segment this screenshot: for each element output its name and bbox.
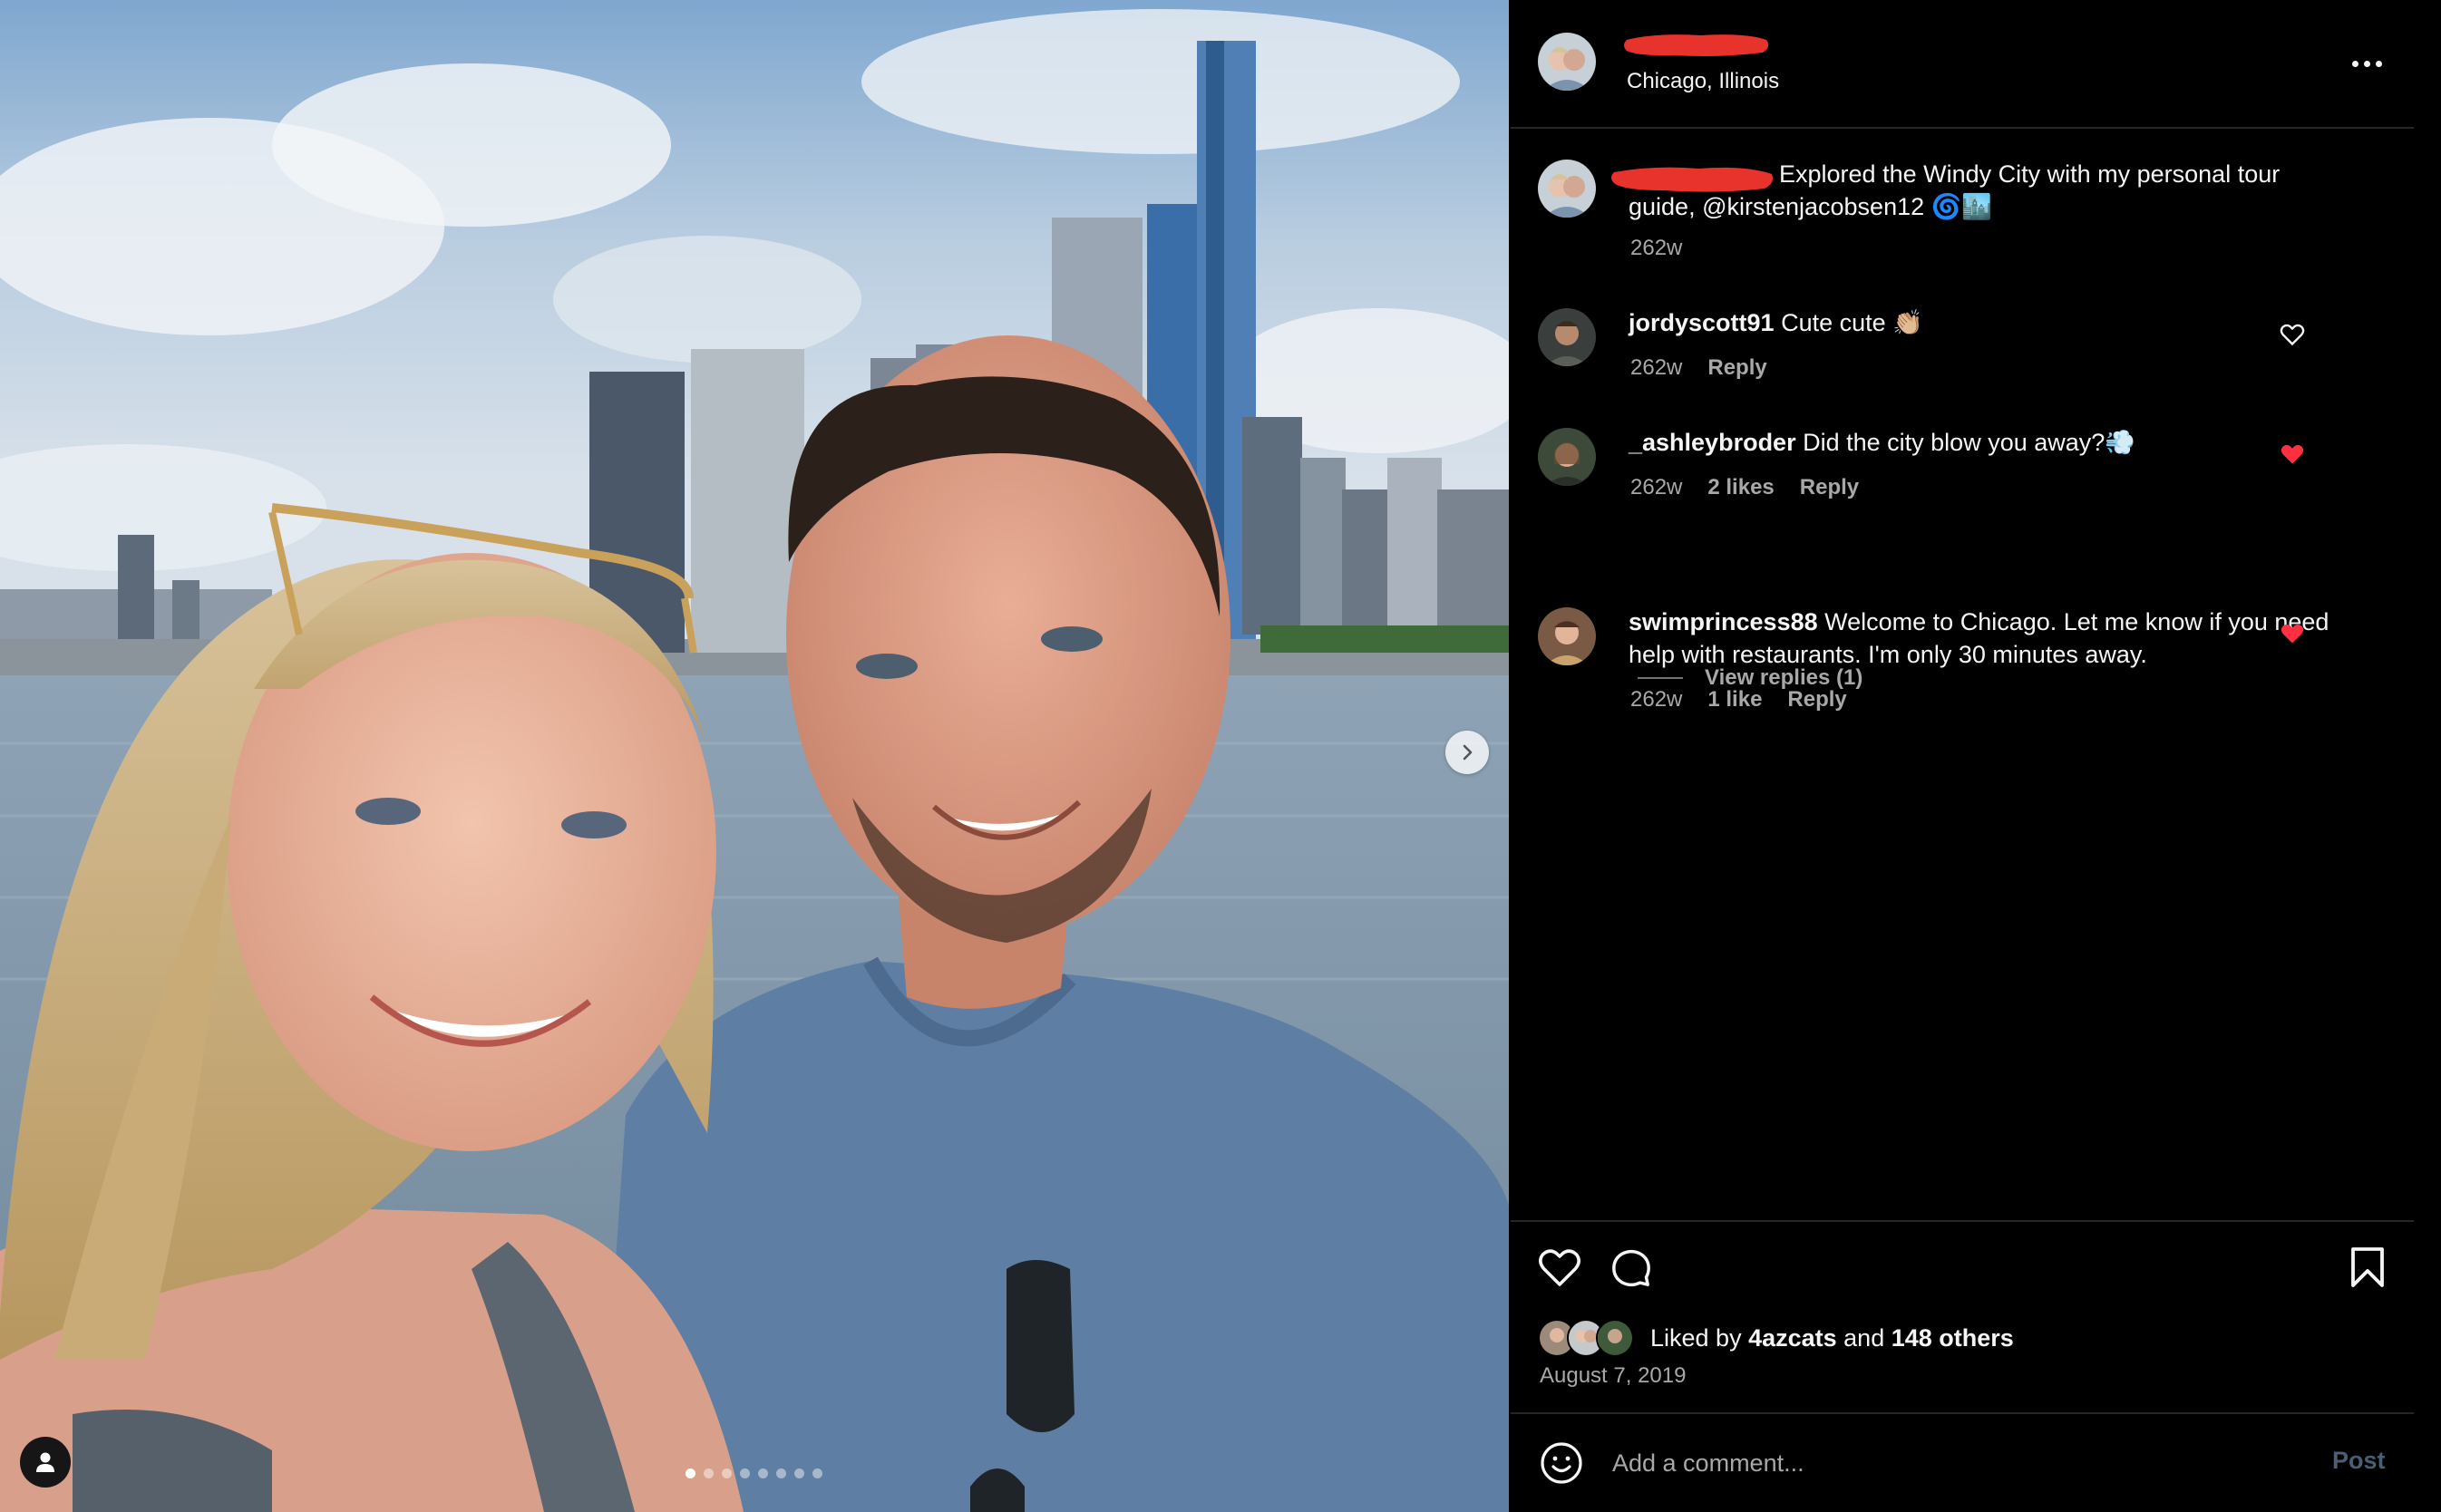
caption-time[interactable]: 262w (1630, 236, 1682, 261)
post-photo (0, 0, 1509, 1512)
comment-liked-heart-icon[interactable] (2280, 622, 2305, 645)
carousel-dot (740, 1468, 750, 1478)
carousel-dot (812, 1468, 822, 1478)
replies-divider (1638, 677, 1683, 679)
comment-body: Cute cute 👏🏼 (1781, 309, 1923, 336)
more-options-button[interactable] (2347, 47, 2387, 80)
bookmark-icon[interactable] (2349, 1245, 2387, 1289)
user-tags-button[interactable] (20, 1437, 71, 1488)
carousel-dot (758, 1468, 768, 1478)
next-slide-button[interactable] (1445, 731, 1489, 774)
carousel-dot (686, 1468, 695, 1478)
comment-text: _ashleybroder Did the city blow you away… (1629, 426, 2336, 459)
window-edge (2417, 0, 2441, 1512)
caption-mention-link[interactable]: @kirstenjacobsen12 (1702, 193, 1924, 220)
post-details-panel: Chicago, Illinois Explored the Windy Cit… (1511, 0, 2417, 1512)
comment-meta: 262w 2 likes Reply (1630, 475, 1859, 500)
comment-avatar-ashleybroder[interactable] (1538, 428, 1596, 486)
emoji-icon[interactable] (1540, 1441, 1583, 1485)
carousel-dot (794, 1468, 804, 1478)
carousel-indicator (686, 1468, 822, 1478)
comment-time[interactable]: 262w (1630, 355, 1682, 381)
carousel-dot (722, 1468, 732, 1478)
post-location[interactable]: Chicago, Illinois (1627, 69, 1779, 94)
reply-button[interactable]: Reply (1707, 355, 1766, 381)
instagram-post-view: Chicago, Illinois Explored the Windy Cit… (0, 0, 2441, 1512)
comment-input-divider (1511, 1412, 2414, 1414)
liked-by-avatars[interactable] (1538, 1319, 1634, 1357)
liked-by-text: Liked by 4azcats and 148 others (1650, 1323, 2014, 1352)
comment-icon[interactable] (1610, 1247, 1652, 1289)
comment-meta: 262w Reply (1630, 355, 1767, 381)
post-comment-button[interactable]: Post (2332, 1447, 2386, 1475)
post-media (0, 0, 1509, 1512)
liked-by-user-link[interactable]: 4azcats (1748, 1324, 1837, 1352)
comment-body: Did the city blow you away?💨 (1803, 429, 2135, 456)
comment-avatar-swimprincess88[interactable] (1538, 607, 1596, 665)
avatar (1596, 1319, 1634, 1357)
author-avatar[interactable] (1538, 33, 1596, 91)
comment-liked-heart-icon[interactable] (2280, 442, 2305, 466)
comment-time[interactable]: 262w (1630, 475, 1682, 500)
comment-meta: 262w 1 like Reply (1630, 687, 1847, 712)
liked-by-row: Liked by 4azcats and 148 others (1538, 1318, 2014, 1358)
comment-username[interactable]: jordyscott91 (1629, 309, 1775, 336)
add-comment-input[interactable] (1610, 1439, 2249, 1487)
likes-count-link[interactable]: 148 others (1892, 1324, 2014, 1352)
like-heart-icon[interactable] (1538, 1247, 1581, 1287)
comment-likes-count[interactable]: 2 likes (1707, 475, 1774, 500)
comment-like-heart-icon[interactable] (2280, 323, 2305, 346)
comment-text: swimprincess88 Welcome to Chicago. Let m… (1629, 606, 2336, 671)
caption-text: Explored the Windy City with my personal… (1629, 158, 2336, 223)
comment-time[interactable]: 262w (1630, 687, 1682, 712)
chevron-right-icon (1463, 744, 1473, 761)
actions-divider (1511, 1220, 2414, 1222)
redacted-username (1624, 34, 1769, 56)
caption-meta: 262w (1630, 236, 1682, 261)
post-header: Chicago, Illinois (1511, 0, 2414, 129)
comment-username[interactable]: _ashleybroder (1629, 429, 1796, 456)
user-tag-icon (36, 1452, 54, 1472)
reply-button[interactable]: Reply (1787, 687, 1846, 712)
caption-author-avatar[interactable] (1538, 160, 1596, 218)
more-icon (2351, 60, 2358, 67)
comment-username[interactable]: swimprincess88 (1629, 608, 1818, 635)
comment-text: jordyscott91 Cute cute 👏🏼 (1629, 306, 2336, 339)
post-date[interactable]: August 7, 2019 (1540, 1363, 1686, 1389)
reply-button[interactable]: Reply (1800, 475, 1859, 500)
comment-likes-count[interactable]: 1 like (1707, 687, 1762, 712)
comment-avatar-jordyscott91[interactable] (1538, 308, 1596, 366)
carousel-dot (704, 1468, 714, 1478)
caption-emoji: 🌀🏙️ (1924, 193, 1992, 220)
carousel-dot (776, 1468, 786, 1478)
